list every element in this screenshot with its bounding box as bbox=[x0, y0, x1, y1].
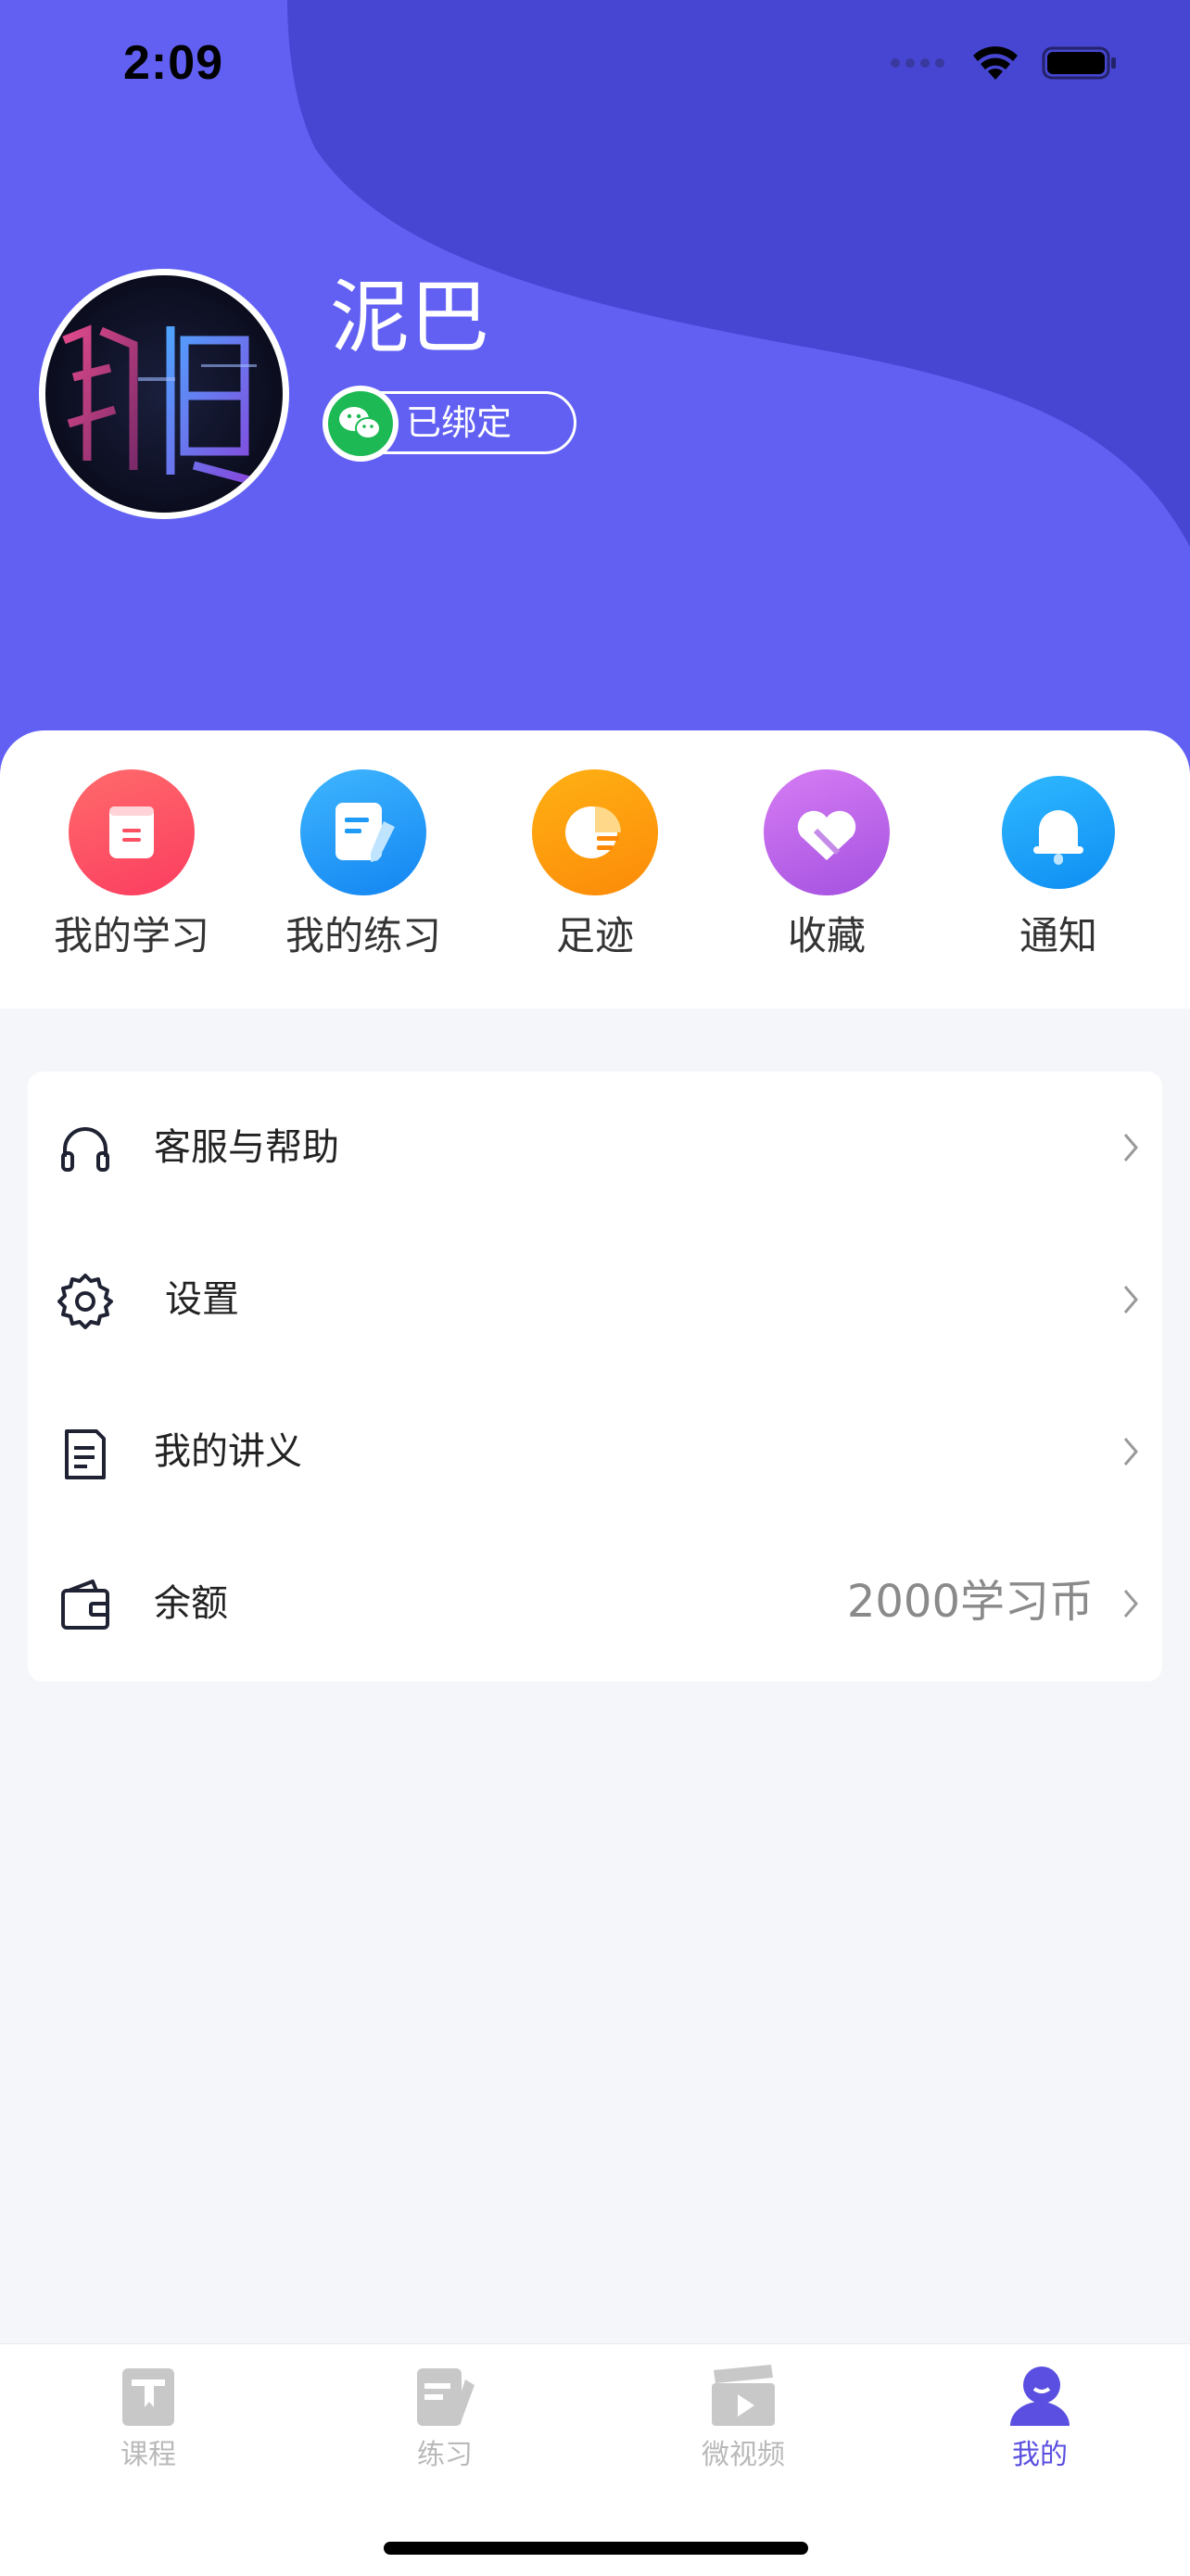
notebook-icon bbox=[69, 769, 195, 895]
menu-item-settings[interactable]: 设置 bbox=[28, 1224, 1162, 1376]
avatar-artwork bbox=[62, 324, 265, 489]
quick-favorites[interactable]: 收藏 bbox=[725, 769, 929, 960]
wechat-bubbles-icon bbox=[339, 407, 381, 439]
menu-item-handouts-label: 我的讲义 bbox=[154, 1430, 302, 1473]
menu-item-support-label: 客服与帮助 bbox=[154, 1126, 339, 1169]
home-indicator[interactable] bbox=[384, 2542, 808, 2555]
status-icons bbox=[890, 44, 1118, 82]
menu-item-support[interactable]: 客服与帮助 bbox=[28, 1072, 1162, 1224]
pie-chart-icon bbox=[532, 769, 658, 895]
tab-micro-video-label: 微视频 bbox=[702, 2439, 785, 2471]
quick-footprints[interactable]: 足迹 bbox=[493, 769, 697, 960]
bell-icon bbox=[1002, 776, 1115, 889]
tab-course-label: 课程 bbox=[120, 2439, 176, 2471]
wifi-icon bbox=[973, 46, 1018, 80]
quick-favorites-label: 收藏 bbox=[787, 913, 866, 958]
exercise-pen-icon bbox=[300, 769, 426, 895]
practice-icon bbox=[411, 2363, 478, 2430]
quick-notifications[interactable]: 通知 bbox=[956, 769, 1160, 960]
tab-practice-label: 练习 bbox=[417, 2439, 473, 2471]
username: 泥巴 bbox=[330, 272, 489, 364]
quick-my-practice-label: 我的练习 bbox=[285, 913, 441, 958]
avatar[interactable] bbox=[39, 269, 289, 519]
wallet-icon bbox=[61, 1580, 109, 1630]
chevron-right-icon bbox=[1123, 1134, 1138, 1161]
quick-my-learning-label: 我的学习 bbox=[53, 913, 209, 958]
tab-mine[interactable]: 我的 bbox=[938, 2363, 1142, 2474]
gear-icon bbox=[57, 1274, 113, 1329]
tab-micro-video[interactable]: 微视频 bbox=[641, 2363, 845, 2474]
quick-actions-panel: 我的学习 我的练习 足迹 收藏 通知 bbox=[0, 730, 1190, 1009]
profile-header: 2:09 泥巴 已绑定 bbox=[0, 0, 1190, 779]
wechat-icon bbox=[323, 386, 399, 462]
settings-menu: 客服与帮助 设置 我的讲义 余额 2000学习币 bbox=[28, 1072, 1162, 1681]
chevron-right-icon bbox=[1123, 1590, 1138, 1618]
quick-my-learning[interactable]: 我的学习 bbox=[30, 769, 234, 960]
chevron-right-icon bbox=[1123, 1286, 1138, 1313]
menu-item-balance-label: 余额 bbox=[154, 1582, 228, 1625]
headset-icon bbox=[61, 1127, 109, 1172]
document-icon bbox=[65, 1429, 106, 1479]
quick-footprints-label: 足迹 bbox=[555, 913, 634, 958]
bind-status-label: 已绑定 bbox=[406, 402, 513, 443]
heart-icon bbox=[764, 769, 890, 895]
chevron-right-icon bbox=[1123, 1438, 1138, 1466]
signal-dots-icon bbox=[891, 58, 944, 68]
menu-item-handouts[interactable]: 我的讲义 bbox=[28, 1376, 1162, 1528]
balance-value: 2000学习币 bbox=[846, 1576, 1094, 1628]
tab-practice[interactable]: 练习 bbox=[343, 2363, 547, 2474]
status-time: 2:09 bbox=[123, 36, 224, 90]
course-icon bbox=[115, 2363, 182, 2430]
quick-notifications-label: 通知 bbox=[1019, 913, 1097, 958]
tab-mine-label: 我的 bbox=[1012, 2439, 1068, 2471]
menu-item-balance[interactable]: 余额 2000学习币 bbox=[28, 1528, 1162, 1680]
menu-item-settings-label: 设置 bbox=[165, 1278, 239, 1321]
quick-my-practice[interactable]: 我的练习 bbox=[261, 769, 465, 960]
tab-course[interactable]: 课程 bbox=[46, 2363, 250, 2474]
video-icon bbox=[710, 2363, 777, 2430]
battery-icon bbox=[1042, 46, 1116, 80]
profile-icon bbox=[1006, 2363, 1073, 2430]
